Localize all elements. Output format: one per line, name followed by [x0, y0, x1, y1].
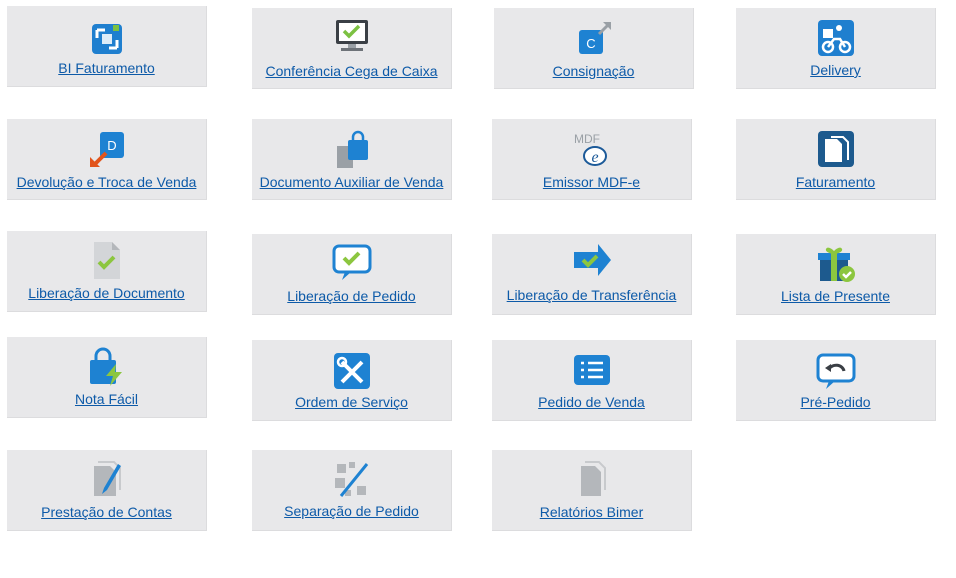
reports-icon: [571, 458, 613, 500]
delivery-bike-icon: [815, 18, 857, 60]
tile-label[interactable]: Pedido de Venda: [492, 394, 691, 410]
tile-faturamento[interactable]: Faturamento: [736, 119, 936, 200]
tile-label[interactable]: Documento Auxiliar de Venda: [252, 174, 451, 190]
tile-label[interactable]: Liberação de Pedido: [252, 288, 451, 304]
docs-pen-icon: [86, 458, 128, 500]
tile-documento-auxiliar-de-venda[interactable]: Documento Auxiliar de Venda: [252, 119, 452, 200]
arrow-check-icon: [571, 240, 613, 282]
tile-relatorios-bimer[interactable]: Relatórios Bimer: [492, 450, 692, 531]
separation-icon: [331, 458, 373, 500]
tile-label[interactable]: Devolução e Troca de Venda: [7, 174, 206, 190]
list-icon: [571, 351, 613, 393]
tile-lista-de-presente[interactable]: Lista de Presente: [736, 234, 936, 315]
tile-devolucao-e-troca-de-venda[interactable]: D Devolução e Troca de Venda: [7, 119, 207, 200]
tile-label[interactable]: Ordem de Serviço: [252, 394, 451, 410]
tile-liberacao-de-documento[interactable]: Liberação de Documento: [7, 231, 207, 312]
tile-label[interactable]: Lista de Presente: [736, 288, 935, 304]
document-check-icon: [86, 239, 128, 281]
mdfe-icon: MDF e: [571, 129, 613, 171]
bag-lightning-icon: [86, 346, 128, 388]
bi-chart-icon: [86, 18, 128, 60]
tile-pedido-de-venda[interactable]: Pedido de Venda: [492, 340, 692, 421]
tile-pre-pedido[interactable]: Pré-Pedido: [736, 340, 936, 421]
tile-ordem-de-servico[interactable]: Ordem de Serviço: [252, 340, 452, 421]
svg-text:C: C: [586, 36, 595, 51]
tile-prestacao-de-contas[interactable]: Prestação de Contas: [7, 450, 207, 531]
consignment-icon: C: [573, 18, 615, 60]
tile-label[interactable]: Emissor MDF-e: [492, 174, 691, 190]
tile-label[interactable]: BI Faturamento: [7, 60, 206, 76]
tile-label[interactable]: Separação de Pedido: [252, 503, 451, 519]
tile-nota-facil[interactable]: Nota Fácil: [7, 337, 207, 418]
tile-liberacao-de-transferencia[interactable]: Liberação de Transferência: [492, 234, 692, 315]
tile-liberacao-de-pedido[interactable]: Liberação de Pedido: [252, 234, 452, 315]
tile-delivery[interactable]: Delivery: [736, 8, 936, 89]
shopping-bag-doc-icon: [331, 129, 373, 171]
tile-label[interactable]: Liberação de Documento: [7, 285, 206, 301]
tile-separacao-de-pedido[interactable]: Separação de Pedido: [252, 450, 452, 531]
tile-label[interactable]: Relatórios Bimer: [492, 504, 691, 520]
tile-conferencia-cega-de-caixa[interactable]: Conferência Cega de Caixa: [252, 8, 452, 89]
tile-label[interactable]: Liberação de Transferência: [492, 287, 691, 303]
speech-undo-icon: [815, 351, 857, 393]
svg-text:e: e: [591, 149, 598, 166]
tools-icon: [331, 351, 373, 393]
tile-label[interactable]: Prestação de Contas: [7, 504, 206, 520]
speech-check-icon: [331, 242, 373, 284]
svg-text:D: D: [107, 138, 116, 153]
monitor-check-icon: [331, 16, 373, 58]
tile-label[interactable]: Nota Fácil: [7, 391, 206, 407]
tile-label[interactable]: Pré-Pedido: [736, 394, 935, 410]
tile-bi-faturamento[interactable]: BI Faturamento: [7, 6, 207, 87]
gift-check-icon: [815, 243, 857, 285]
tile-emissor-mdf-e[interactable]: MDF e Emissor MDF-e: [492, 119, 692, 200]
tile-label[interactable]: Faturamento: [736, 174, 935, 190]
svg-text:MDF: MDF: [574, 132, 600, 146]
invoice-docs-icon: [815, 129, 857, 171]
tile-label[interactable]: Delivery: [736, 62, 935, 78]
tile-label[interactable]: Consignação: [494, 63, 693, 79]
tile-consignacao[interactable]: C Consignação: [494, 8, 694, 89]
return-arrow-icon: D: [86, 129, 128, 171]
tile-label[interactable]: Conferência Cega de Caixa: [252, 63, 451, 79]
